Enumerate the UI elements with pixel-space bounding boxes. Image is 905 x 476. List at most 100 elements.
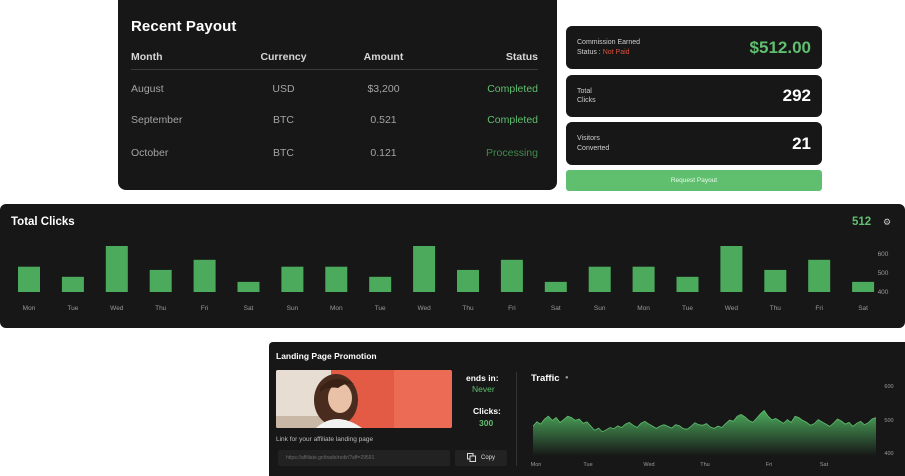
x-tick-label: Sun (287, 305, 299, 312)
x-tick-label: Fri (201, 305, 209, 312)
total-clicks-value: 512 (852, 216, 872, 228)
x-tick-label: Sat (820, 462, 829, 468)
x-tick-label: Mon (637, 305, 650, 312)
x-tick-label: Tue (583, 462, 592, 468)
bar (369, 276, 392, 292)
x-tick-label: Sat (244, 305, 254, 312)
bar (808, 259, 831, 292)
table-row: September BTC 0.521 Completed (131, 103, 538, 137)
payout-status: Completed (487, 113, 538, 126)
bar (544, 281, 567, 292)
x-tick-label: Fri (508, 305, 516, 312)
commission-value: $512.00 (749, 37, 811, 57)
visitors-label-group: Visitors Converted (577, 134, 609, 153)
clicks-value: 292 (782, 86, 811, 105)
status-label: Status : (577, 48, 603, 56)
landing-page-promotion-card: Landing Page Promotion ends in: Never Cl… (269, 342, 905, 476)
visitors-label-line1: Visitors (577, 135, 600, 142)
total-clicks-title: Total Clicks (11, 216, 75, 228)
bar (500, 259, 523, 292)
payout-status: Processing (486, 147, 538, 160)
bar (676, 276, 699, 292)
y-tick-label: 500 (878, 270, 889, 277)
bar (237, 281, 260, 292)
gear-icon[interactable]: ⚙ (883, 217, 891, 228)
visitors-label-line2: Converted (577, 144, 610, 152)
traffic-title: Traffic (531, 373, 560, 384)
payout-month: October (131, 147, 169, 160)
x-tick-label: Sat (551, 305, 561, 312)
x-tick-label: Thu (462, 305, 474, 312)
column-header-status: Status (436, 51, 538, 70)
x-tick-label: Mon (330, 305, 343, 312)
y-tick-label: 400 (884, 451, 893, 457)
clicks-label-group: Total Clicks (577, 87, 596, 106)
bar (193, 259, 216, 292)
bar (413, 246, 436, 292)
bar (632, 266, 655, 292)
bar (105, 246, 128, 292)
bar (588, 266, 611, 292)
x-tick-label: Fri (815, 305, 823, 312)
payout-status: Completed (487, 82, 538, 95)
recent-payout-title: Recent Payout (131, 18, 237, 35)
commission-earned-card: Commission Earned Status : Not Paid $512… (566, 26, 822, 69)
x-tick-label: Wed (725, 305, 739, 312)
total-clicks-stat-card: Total Clicks 292 (566, 75, 822, 117)
x-tick-label: Tue (375, 305, 386, 312)
bar (18, 266, 40, 292)
commission-label-group: Commission Earned Status : Not Paid (577, 38, 640, 57)
payout-currency: BTC (273, 147, 294, 160)
y-tick-label: 600 (884, 384, 893, 390)
bar (61, 276, 84, 292)
table-header-row: Month Currency Amount Status (131, 51, 538, 70)
payout-currency: BTC (273, 113, 294, 126)
x-tick-label: Tue (67, 305, 78, 312)
payout-month: September (131, 113, 183, 126)
bar (457, 269, 479, 292)
bar (764, 269, 787, 292)
y-tick-label: 400 (878, 289, 889, 296)
x-tick-label: Sat (858, 305, 868, 312)
total-clicks-chart: Mon Tue Wed Thu Fri Sat Sun Mon Tue Wed Thu Fri Sat S… (18, 246, 889, 312)
bar (325, 266, 348, 292)
status-value: Not Paid (602, 48, 630, 56)
y-tick-label: 600 (878, 251, 889, 258)
recent-payout-card: Recent Payout Month Currency Amount Stat… (118, 0, 557, 190)
x-tick-label: Fri (766, 462, 772, 468)
bar (720, 246, 743, 292)
bar (281, 266, 304, 292)
x-tick-label: Thu (770, 305, 782, 312)
clicks-label-line2: Clicks (577, 97, 596, 104)
x-tick-label: Sun (594, 305, 606, 312)
x-tick-label: Thu (700, 462, 709, 468)
x-tick-label: Wed (417, 305, 431, 312)
total-clicks-card: Mon Tue Wed Thu Fri Sat Sun Mon Tue Wed Thu Fri Sat S… (0, 204, 905, 328)
payout-currency: USD (272, 82, 295, 95)
payout-amount: 0.521 (370, 113, 397, 126)
column-header-amount: Amount (331, 51, 436, 70)
x-tick-label: Tue (682, 305, 693, 312)
payout-amount: $3,200 (367, 82, 400, 95)
x-tick-label: Mon (23, 305, 36, 312)
bar (149, 269, 172, 292)
request-payout-button[interactable]: Request Payout (566, 170, 822, 191)
x-tick-label: Wed (110, 305, 124, 312)
dot-icon: ● (565, 375, 569, 381)
column-header-month: Month (131, 51, 236, 70)
traffic-chart: Mon Tue Wed Thu Fri Sat 600 500 400 (531, 384, 894, 468)
payout-table: Month Currency Amount Status August USD … (131, 51, 538, 170)
table-row: October BTC 0.121 Processing (131, 137, 538, 171)
commission-label: Commission Earned (577, 39, 641, 46)
y-tick-label: 500 (884, 418, 893, 424)
visitors-converted-card: Visitors Converted 21 (566, 122, 822, 165)
table-row: August USD $3,200 Completed (131, 70, 538, 104)
clicks-label-line1: Total (577, 87, 592, 95)
x-tick-label: Mon (531, 462, 542, 468)
x-tick-label: Thu (155, 305, 167, 312)
traffic-area (533, 410, 876, 456)
bar (852, 281, 875, 292)
column-header-currency: Currency (236, 51, 331, 70)
status-line: Status : Not Paid (577, 48, 640, 58)
x-tick-label: Wed (643, 462, 654, 468)
